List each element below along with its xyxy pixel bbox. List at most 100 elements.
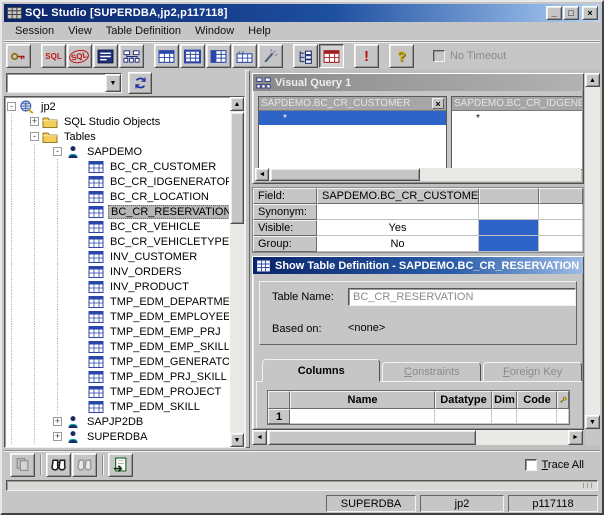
collapse-icon[interactable]: - [7,102,16,111]
connect-key-icon[interactable] [6,44,31,68]
expand-icon[interactable]: + [53,432,62,441]
close-button[interactable]: × [582,6,598,20]
tree-item[interactable]: +TMP_EDM_DEPARTMENT [6,294,229,309]
tree-item[interactable]: +BC_CR_RESERVATION [6,204,229,219]
criteria-value-cell[interactable]: SAPDEMO.BC_CR_CUSTOMER.* [317,188,479,204]
menu-item-table-definition[interactable]: Table Definition [99,23,188,39]
workspace-vscrollbar[interactable]: ▲ ▼ [585,73,600,429]
maximize-button[interactable]: □ [563,6,579,20]
table-new-icon[interactable] [154,44,179,68]
visual-query-diagram-icon[interactable] [119,44,144,68]
table-definition-titlebar[interactable]: Show Table Definition - SAPDEMO.BC_CR_RE… [253,257,583,274]
expand-icon[interactable]: + [30,117,39,126]
scroll-up-icon[interactable]: ▲ [230,97,244,111]
visual-query-titlebar[interactable]: Visual Query 1 [253,74,583,91]
criteria-cell[interactable] [539,220,583,236]
workspace-hscrollbar[interactable]: ◄ ► [252,430,583,445]
sql-query-icon[interactable]: SQL [67,44,92,68]
scroll-right-icon[interactable]: ► [568,430,583,445]
tab-columns[interactable]: Columns [262,359,380,382]
scroll-left-icon[interactable]: ◄ [252,430,267,445]
close-icon[interactable]: × [432,98,444,109]
tree-item[interactable]: +INV_PRODUCT [6,279,229,294]
collapse-icon[interactable]: - [30,132,39,141]
scroll-down-icon[interactable]: ▼ [230,433,244,447]
tree-item[interactable]: +INV_ORDERS [6,264,229,279]
menu-item-view[interactable]: View [61,23,99,39]
query-field-row[interactable]: * [452,111,582,125]
visual-query-hscroll-thumb[interactable] [270,168,420,181]
criteria-value-cell[interactable] [317,204,479,220]
criteria-cell[interactable] [539,188,583,204]
tree-item[interactable]: -Tables [6,129,229,144]
menu-item-window[interactable]: Window [188,23,241,39]
chevron-down-icon[interactable]: ▼ [105,74,121,92]
grid-cell[interactable] [517,409,557,424]
tree-scrollbar[interactable]: ▲ ▼ [230,97,244,447]
scroll-down-icon[interactable]: ▼ [585,415,600,429]
tree-item[interactable]: +TMP_EDM_PRJ_SKILL [6,369,229,384]
tree-item[interactable]: +BC_CR_CUSTOMER [6,159,229,174]
query-table-header[interactable]: SAPDEMO.BC_CR_IDGENE [452,97,582,111]
criteria-cell[interactable] [479,188,539,204]
trace-all-checkbox-box[interactable] [525,459,537,471]
tree-item[interactable]: +TMP_EDM_PROJECT [6,384,229,399]
visual-query-hscrollbar[interactable]: ◄ [255,168,581,181]
criteria-cell[interactable] [539,204,583,220]
table-framed-icon[interactable] [180,44,205,68]
tree-item[interactable]: -jp2 [6,99,229,114]
criteria-cell[interactable] [539,236,583,252]
table-name-input[interactable] [348,288,576,306]
criteria-value-cell[interactable]: No [317,236,479,252]
tree-item[interactable]: -SAPDEMO [6,144,229,159]
tree-item[interactable]: +BC_CR_LOCATION [6,189,229,204]
tab-foreign-key[interactable]: Foreign Key [483,362,582,382]
table-columns-icon[interactable] [206,44,231,68]
tree-item[interactable]: +TMP_EDM_GENERATOR [6,354,229,369]
export-log-icon[interactable] [108,453,133,477]
menu-item-help[interactable]: Help [241,23,278,39]
workspace-hscroll-thumb[interactable] [268,430,476,445]
tree-item[interactable]: +TMP_EDM_SKILL [6,399,229,414]
tree-item[interactable]: +SUPERDBA [6,429,229,444]
grid-cell[interactable] [557,409,569,424]
grid-cell[interactable] [268,424,290,425]
combobox-field[interactable] [7,74,105,92]
tree-item[interactable]: +TMP_EDM_EMP_PRJ [6,324,229,339]
tree-item[interactable]: +BC_CR_VEHICLETYPE [6,234,229,249]
server-list-icon[interactable] [93,44,118,68]
refresh-icon[interactable] [128,72,152,94]
tree-item[interactable]: +BC_CR_VEHICLE [6,219,229,234]
criteria-value-cell[interactable]: Yes [317,220,479,236]
criteria-cell[interactable] [479,220,539,236]
query-wand-icon[interactable] [258,44,283,68]
table-xy-icon[interactable]: x y [232,44,257,68]
table-definition-red-icon[interactable] [319,44,344,68]
criteria-cell[interactable] [479,204,539,220]
tree-view-icon[interactable] [293,44,318,68]
minimize-button[interactable]: _ [546,6,562,20]
help-icon[interactable]: ? [389,44,414,68]
collapse-icon[interactable]: - [53,147,62,156]
criteria-cell[interactable] [479,236,539,252]
tree-item[interactable]: +SQL Studio Objects [6,114,229,129]
query-field-row[interactable]: * [259,111,446,125]
tree-item[interactable]: +BC_CR_IDGENERATOR [6,174,229,189]
tree-item[interactable]: +INV_CUSTOMER [6,249,229,264]
object-filter-combobox[interactable]: ▼ [6,73,122,93]
menu-item-session[interactable]: Session [8,23,61,39]
tree-item[interactable]: +TMP_EDM_EMP_SKILL [6,339,229,354]
expand-icon[interactable]: + [53,417,62,426]
tree-item[interactable]: +TMP_EDM_EMPLOYEE [6,309,229,324]
tab-constraints[interactable]: Constraints [382,362,481,382]
execute-icon[interactable]: ! [354,44,379,68]
grid-cell[interactable] [290,409,435,424]
query-table-header[interactable]: SAPDEMO.BC_CR_CUSTOMER× [259,97,446,111]
find-icon[interactable] [46,453,71,477]
tree-scrollbar-thumb[interactable] [230,112,244,224]
scroll-left-icon[interactable]: ◄ [255,168,269,181]
tree-item[interactable]: +SAPJP2DB [6,414,229,429]
grid-cell[interactable] [435,409,492,424]
scroll-up-icon[interactable]: ▲ [585,73,600,87]
trace-all-checkbox[interactable]: Trace All [525,459,584,471]
